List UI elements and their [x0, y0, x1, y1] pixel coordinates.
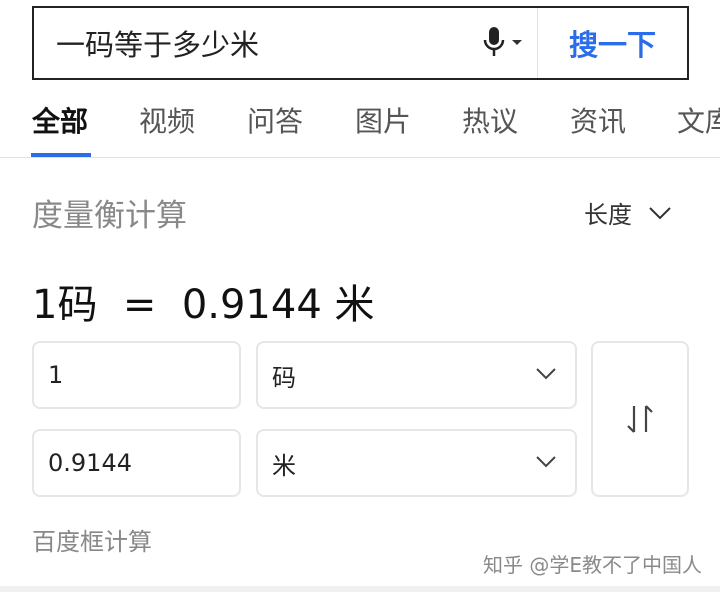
tab-video[interactable]: 视频	[139, 100, 195, 140]
search-input[interactable]	[34, 8, 467, 78]
chevron-down-icon	[536, 368, 556, 380]
microphone-icon	[483, 27, 522, 56]
voice-search-button[interactable]	[467, 8, 537, 78]
measure-type-label: 长度	[584, 201, 632, 229]
watermark: 知乎 @学E教不了中国人	[483, 553, 702, 577]
divider	[0, 586, 720, 592]
from-value-field	[32, 341, 241, 409]
to-unit-label: 米	[272, 451, 296, 480]
from-value-input[interactable]	[34, 343, 239, 407]
calculator-title: 度量衡计算	[32, 198, 187, 234]
calculator-source-label: 百度框计算	[32, 528, 152, 556]
tab-images[interactable]: 图片	[355, 100, 411, 140]
conversion-result: 1码 = 0.9144 米	[32, 282, 375, 328]
to-unit-select[interactable]: 米	[256, 429, 577, 497]
tab-news[interactable]: 资讯	[570, 100, 626, 140]
tab-all[interactable]: 全部	[32, 100, 88, 140]
chevron-down-icon	[536, 456, 556, 468]
tab-library[interactable]: 文库	[677, 100, 720, 140]
to-value-field	[32, 429, 241, 497]
measure-type-dropdown[interactable]: 长度	[584, 195, 672, 230]
search-tabs: 全部 视频 问答 图片 热议 资讯 文库	[0, 96, 720, 158]
tab-qa[interactable]: 问答	[247, 100, 303, 140]
search-button[interactable]: 搜一下	[537, 8, 687, 78]
from-unit-select[interactable]: 码	[256, 341, 577, 409]
swap-arrows-icon	[627, 405, 653, 433]
tab-trending[interactable]: 热议	[462, 100, 518, 140]
swap-units-button[interactable]	[591, 341, 689, 497]
from-unit-label: 码	[272, 363, 296, 392]
active-tab-indicator	[31, 153, 91, 157]
chevron-down-icon	[649, 206, 671, 219]
search-bar: 搜一下	[32, 6, 689, 80]
to-value-input[interactable]	[34, 431, 239, 495]
